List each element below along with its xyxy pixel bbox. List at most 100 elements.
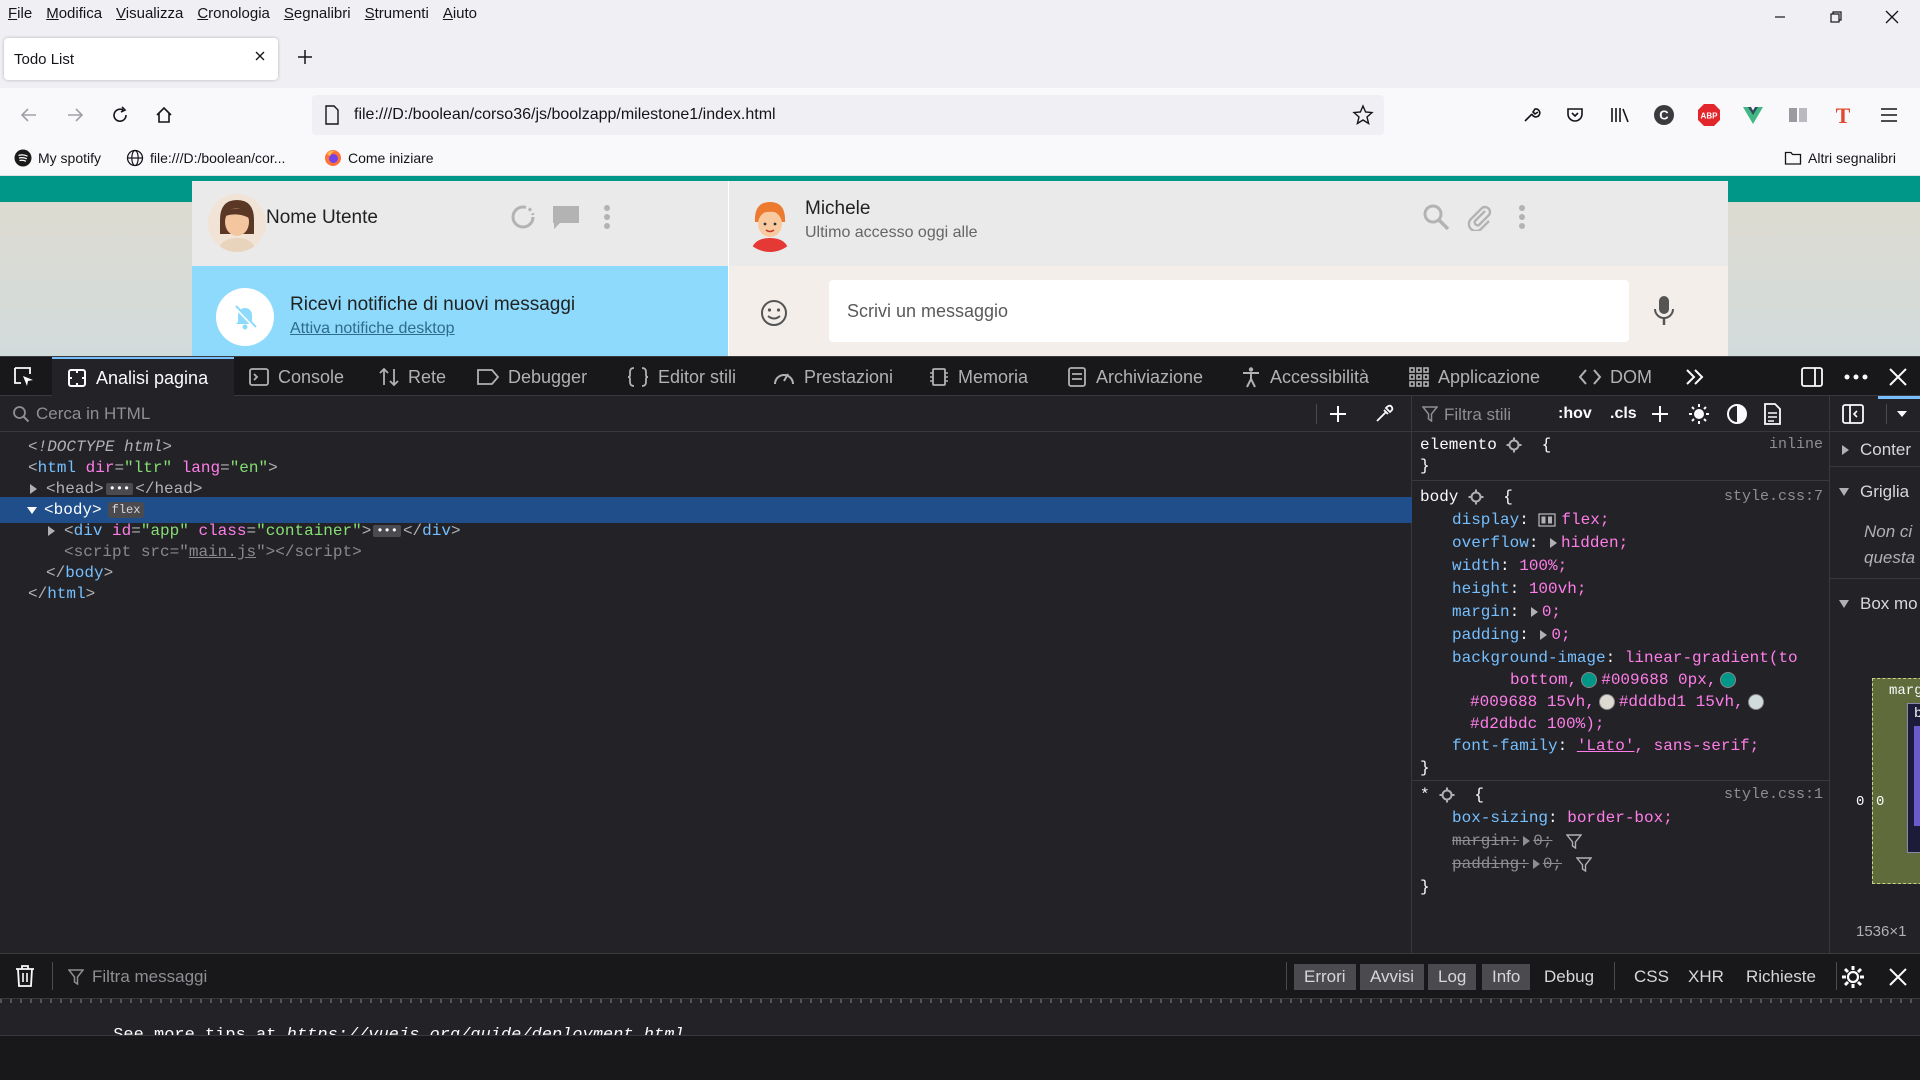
console-input-row[interactable] xyxy=(0,1036,1920,1080)
hamburger-menu-icon[interactable] xyxy=(1876,102,1902,128)
color-swatch-teal[interactable] xyxy=(1720,672,1737,688)
box-model-section[interactable]: Box mo xyxy=(1838,594,1918,614)
menu-cronologia[interactable]: Cronologia xyxy=(197,5,270,22)
light-theme-icon[interactable] xyxy=(1688,403,1710,425)
flexbox-toggle-icon[interactable] xyxy=(1538,513,1557,527)
decl-display[interactable]: display: flex; xyxy=(1452,509,1609,531)
contrast-icon[interactable] xyxy=(1726,403,1748,425)
flex-container-section[interactable]: Conter xyxy=(1840,440,1911,460)
filter-messages-input[interactable]: Filtra messaggi xyxy=(92,967,207,987)
chat-kebab-menu-icon[interactable] xyxy=(1507,202,1537,232)
filter-requests[interactable]: Richieste xyxy=(1736,964,1826,990)
grid-section[interactable]: Griglia xyxy=(1838,482,1909,502)
user-avatar[interactable] xyxy=(208,194,266,252)
trash-icon[interactable] xyxy=(14,964,36,988)
filter-funnel-icon[interactable] xyxy=(1576,856,1593,872)
decl-background-image[interactable]: background-image: linear-gradient(to xyxy=(1452,647,1798,669)
rule-element-selector[interactable]: elemento { xyxy=(1420,434,1551,456)
tab-inspector[interactable]: Analisi pagina xyxy=(52,357,234,397)
tab-style-editor[interactable]: Editor stili xyxy=(626,357,736,397)
filter-css[interactable]: CSS xyxy=(1624,964,1679,990)
menu-strumenti[interactable]: Strumenti xyxy=(365,5,429,22)
reload-button[interactable] xyxy=(107,102,133,128)
decl-overflow[interactable]: overflow: hidden; xyxy=(1452,532,1628,554)
decl-margin[interactable]: margin: 0; xyxy=(1452,601,1561,623)
vue-devtools-icon[interactable] xyxy=(1740,102,1766,128)
decl-padding-overridden[interactable]: padding: 0; xyxy=(1452,853,1593,875)
flex-badge[interactable]: flex xyxy=(107,502,145,518)
bookmark-star-icon[interactable] xyxy=(1352,104,1374,126)
box-model-padding[interactable] xyxy=(1914,726,1920,826)
enable-notifications-link[interactable]: Attiva notifiche desktop xyxy=(290,320,455,338)
search-icon[interactable] xyxy=(1421,202,1451,232)
expand-arrow-icon[interactable] xyxy=(46,525,56,537)
gear-icon[interactable] xyxy=(1506,437,1522,453)
rule-source-style-css-1[interactable]: style.css:1 xyxy=(1724,786,1823,803)
filter-styles-input[interactable]: Filtra stili xyxy=(1444,405,1511,425)
filter-logs[interactable]: Log xyxy=(1428,964,1477,990)
tab-network[interactable]: Rete xyxy=(378,357,446,397)
add-node-icon[interactable] xyxy=(1328,404,1348,424)
collapsed-ellipsis[interactable]: ••• xyxy=(105,483,134,495)
expand-arrow-icon[interactable] xyxy=(1521,835,1531,847)
emoji-icon[interactable] xyxy=(759,298,789,328)
menu-visualizza[interactable]: Visualizza xyxy=(116,5,183,22)
filter-warnings[interactable]: Avvisi xyxy=(1360,964,1425,990)
back-button[interactable] xyxy=(16,102,42,128)
status-circle-icon[interactable] xyxy=(508,202,538,232)
bookmark-file-boolean[interactable]: file:///D:/boolean/cor... xyxy=(126,149,285,167)
devtools-options-button[interactable] xyxy=(1844,365,1868,389)
url-bar[interactable]: file:///D:/boolean/corso36/js/boolzapp/m… xyxy=(312,95,1384,135)
collapse-arrow-icon[interactable] xyxy=(26,505,38,515)
dock-toggle-button[interactable] xyxy=(1800,365,1824,389)
contact-avatar[interactable] xyxy=(741,194,799,252)
expand-arrow-icon[interactable] xyxy=(1538,629,1548,641)
tree-node-html-close[interactable]: </html > xyxy=(0,581,1412,607)
bookmark-come-iniziare[interactable]: Come iniziare xyxy=(324,149,434,167)
paperclip-icon[interactable] xyxy=(1464,202,1494,232)
expand-arrow-icon[interactable] xyxy=(1548,537,1558,549)
microphone-icon[interactable] xyxy=(1649,296,1679,326)
collapsed-ellipsis[interactable]: ••• xyxy=(373,525,401,537)
classes-toggle[interactable]: .cls xyxy=(1610,405,1637,423)
more-tabs-button[interactable] xyxy=(1683,365,1707,389)
tab-close-icon[interactable] xyxy=(254,50,266,62)
tab-memory[interactable]: Memoria xyxy=(928,357,1028,397)
message-input[interactable]: Scrivi un messaggio xyxy=(829,280,1629,342)
tab-debugger[interactable]: Debugger xyxy=(476,357,587,397)
menu-aiuto[interactable]: Aiuto xyxy=(443,5,477,22)
rule-source-style-css-7[interactable]: style.css:7 xyxy=(1724,488,1823,505)
console-settings-gear-icon[interactable] xyxy=(1840,964,1866,990)
rule-source-inline[interactable]: inline xyxy=(1769,436,1823,453)
adblock-plus-icon[interactable]: ABP xyxy=(1696,102,1722,128)
eyedropper-icon[interactable] xyxy=(1374,404,1394,424)
tab-application[interactable]: Applicazione xyxy=(1408,357,1540,397)
filter-debug[interactable]: Debug xyxy=(1534,964,1604,990)
gear-icon[interactable] xyxy=(1468,489,1484,505)
decl-margin-overridden[interactable]: margin: 0; xyxy=(1452,830,1583,852)
new-tab-button[interactable] xyxy=(296,48,314,66)
wrench-icon[interactable] xyxy=(1518,102,1544,128)
box-model-margin[interactable]: marg b xyxy=(1872,678,1920,884)
color-swatch-beige[interactable] xyxy=(1598,694,1615,710)
tab-performance[interactable]: Prestazioni xyxy=(772,357,893,397)
forward-button[interactable] xyxy=(62,102,88,128)
expand-arrow-icon[interactable] xyxy=(1529,606,1539,618)
chat-bubble-icon[interactable] xyxy=(551,202,581,232)
menu-file[interactable]: File xyxy=(8,5,32,22)
ccleaner-extension-icon[interactable]: C xyxy=(1651,102,1677,128)
menu-modifica[interactable]: Modifica xyxy=(46,5,102,22)
color-swatch-grey[interactable] xyxy=(1747,694,1764,710)
tab-storage[interactable]: Archiviazione xyxy=(1066,357,1203,397)
filter-xhr[interactable]: XHR xyxy=(1678,964,1734,990)
tab-accessibility[interactable]: Accessibilità xyxy=(1240,357,1369,397)
pocket-icon[interactable] xyxy=(1562,102,1588,128)
other-bookmarks[interactable]: Altri segnalibri xyxy=(1784,149,1896,167)
rule-universal-selector[interactable]: * { xyxy=(1420,784,1484,806)
filter-funnel-icon[interactable] xyxy=(1566,833,1583,849)
bookmark-my-spotify[interactable]: My spotify xyxy=(14,149,101,167)
tab-console[interactable]: Console xyxy=(248,357,344,397)
sidebar-toggle-icon[interactable] xyxy=(1842,404,1864,424)
decl-height[interactable]: height: 100vh; xyxy=(1452,578,1586,600)
panel-dropdown-icon[interactable] xyxy=(1896,410,1908,418)
